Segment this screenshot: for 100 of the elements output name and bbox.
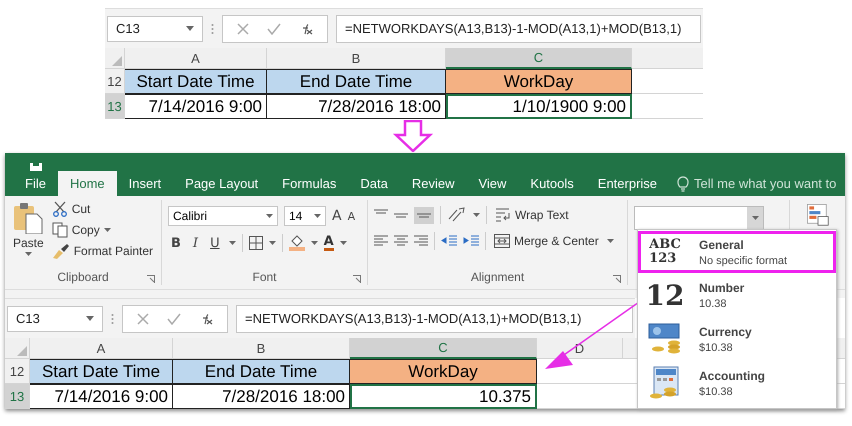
caret-icon (24, 252, 32, 256)
ribbon-tab[interactable]: View (466, 171, 518, 196)
underline-button[interactable]: U (207, 236, 223, 250)
save-icon[interactable] (29, 163, 43, 171)
ribbon-tab[interactable]: Insert (116, 171, 174, 196)
shrink-font-button[interactable]: A (348, 210, 356, 222)
increase-indent-icon[interactable] (463, 235, 479, 247)
dialog-launcher-icon[interactable] (613, 275, 621, 283)
dropdown-icon[interactable] (752, 216, 758, 220)
bottom-align-icon (417, 212, 431, 218)
bottom-align-button[interactable] (414, 206, 434, 224)
bold-button[interactable]: B (168, 236, 184, 250)
row-header[interactable]: 12 (105, 69, 125, 94)
caret-icon (104, 228, 111, 232)
table-cell: Start Date Time (125, 69, 267, 94)
table-cell: WorkDay (350, 359, 537, 384)
paintbrush-icon (52, 243, 70, 259)
ribbon-tab[interactable]: Home (58, 171, 117, 196)
font-color-button[interactable]: A (324, 236, 334, 250)
ribbon-tab[interactable]: Kutools (518, 171, 586, 196)
format-option[interactable]: Accounting $10.38 (638, 361, 836, 405)
caret-icon (310, 241, 318, 245)
group-label: Font (252, 270, 276, 284)
orientation-icon[interactable] (447, 207, 467, 223)
format-example: $10.38 (699, 386, 734, 398)
column-header[interactable]: C (350, 338, 537, 359)
ribbon-tab[interactable]: Page Layout (173, 171, 270, 196)
column-header[interactable]: A (125, 48, 267, 69)
caret-icon (340, 241, 347, 245)
caret-icon (268, 241, 276, 245)
copy-icon (52, 222, 68, 238)
name-box[interactable]: C13 (107, 16, 203, 42)
align-center-icon[interactable] (394, 235, 408, 247)
ribbon-tab[interactable]: File (13, 171, 58, 196)
wrap-text-button[interactable]: Wrap Text (493, 207, 571, 223)
group-label: Clipboard (57, 270, 109, 284)
formula-field[interactable]: =NETWORKDAYS(A13,B13)-1-MOD(A13,1)+MOD(B13,1) (336, 14, 701, 42)
align-left-icon[interactable] (374, 235, 388, 247)
row-header[interactable]: 13 (105, 94, 125, 119)
paste-button[interactable]: Paste (11, 200, 46, 269)
format-example: $10.38 (699, 342, 734, 354)
table-cell: End Date Time (173, 359, 350, 384)
cut-button[interactable]: Cut (50, 200, 156, 218)
dialog-launcher-icon[interactable] (147, 275, 155, 283)
number-format-field[interactable] (634, 206, 764, 230)
row-header[interactable]: 13 (5, 384, 30, 409)
borders-icon[interactable] (248, 236, 263, 250)
format-example: No specific format (699, 254, 788, 266)
scissors-icon (52, 201, 68, 217)
format-example: 10.38 (699, 298, 728, 310)
table-cell: 7/14/2016 9:00 (30, 384, 173, 409)
ribbon-tab[interactable]: Data (348, 171, 400, 196)
more-icon (111, 312, 114, 324)
ribbon-tab[interactable]: Enterprise (586, 171, 670, 196)
tell-me-search[interactable]: Tell me what you want to (694, 176, 836, 191)
format-name: Number (699, 280, 744, 294)
column-header[interactable]: B (173, 338, 350, 359)
font-name-field[interactable]: Calibri (168, 206, 278, 226)
dropdown-icon[interactable] (186, 26, 194, 31)
decrease-indent-icon[interactable] (441, 235, 457, 247)
ribbon-tab[interactable]: Formulas (270, 171, 348, 196)
grow-font-button[interactable]: A (332, 208, 342, 224)
fill-color-icon[interactable] (288, 235, 305, 251)
lightbulb-icon (677, 176, 690, 192)
caret-icon (228, 241, 236, 245)
conditional-formatting-icon[interactable] (806, 204, 828, 226)
more-icon (211, 22, 214, 34)
format-option[interactable]: Currency $10.38 (638, 317, 836, 361)
ribbon-tab[interactable]: Review (400, 171, 466, 196)
dropdown-icon[interactable] (86, 316, 94, 321)
caret-icon (606, 239, 614, 243)
dropdown-icon[interactable] (314, 214, 321, 218)
general-format-icon: ABC 123 (649, 238, 681, 266)
table-cell: WorkDay (446, 69, 632, 94)
format-name: Accounting (699, 368, 765, 382)
name-box[interactable]: C13 (7, 306, 103, 332)
group-label: Alignment (470, 270, 524, 284)
formula-field[interactable]: =NETWORKDAYS(A13,B13)-1-MOD(A13,1)+MOD(B13,1) (236, 304, 633, 332)
table-cell: 7/14/2016 9:00 (125, 94, 267, 119)
dropdown-icon[interactable] (266, 214, 273, 218)
table-cell: 1/10/1900 9:00 (446, 94, 632, 119)
clipboard-icon (13, 202, 44, 234)
copy-button[interactable]: Copy (50, 221, 156, 239)
row-header[interactable]: 12 (5, 359, 30, 384)
italic-button[interactable]: I (190, 236, 202, 250)
column-header[interactable]: C (446, 48, 632, 69)
column-header[interactable]: A (30, 338, 173, 359)
format-painter-button[interactable]: Format Painter (50, 242, 156, 260)
table-cell: Start Date Time (30, 359, 173, 384)
table-cell: End Date Time (267, 69, 446, 94)
column-header[interactable]: B (267, 48, 446, 69)
font-size-field[interactable]: 14 (284, 206, 326, 226)
format-option[interactable]: ABC 123 General No specific format (638, 231, 836, 273)
align-right-icon[interactable] (414, 235, 428, 247)
number-format-icon: 12 (646, 278, 684, 312)
format-option[interactable]: 12 Number 10.38 (638, 273, 836, 317)
dialog-launcher-icon[interactable] (353, 275, 361, 283)
down-arrow-icon (393, 120, 433, 152)
table-cell: 7/28/2016 18:00 (267, 94, 446, 119)
merge-center-button[interactable]: Merge & Center (492, 233, 601, 249)
